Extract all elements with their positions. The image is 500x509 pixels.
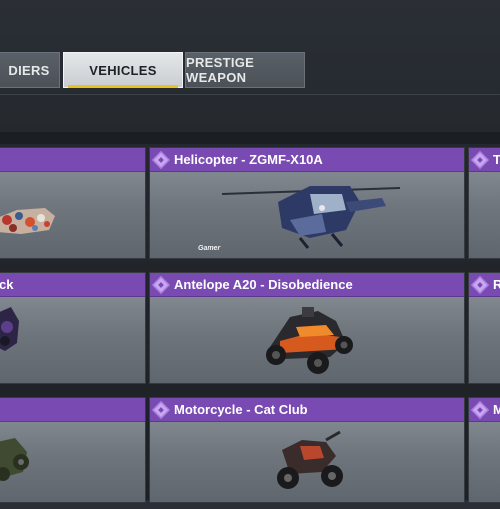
card-header: Antelope A20 - Disobedience xyxy=(150,273,464,297)
rarity-diamond-icon xyxy=(153,152,169,167)
vehicle-card[interactable]: T xyxy=(468,147,500,259)
vehicle-image xyxy=(469,172,500,258)
card-header: Helicopter - ZGMF-X10A xyxy=(150,148,464,172)
card-title: Helicopter - ZGMF-X10A xyxy=(174,152,323,167)
vehicle-art-green xyxy=(0,438,29,481)
motorcycle-art xyxy=(277,430,343,489)
tab-vehicles-label: VEHICLES xyxy=(89,62,157,78)
vehicle-card[interactable] xyxy=(0,147,146,259)
grid-top-band xyxy=(0,132,500,144)
rarity-diamond-icon xyxy=(472,152,488,167)
rarity-diamond-icon xyxy=(472,402,488,417)
vehicle-image xyxy=(469,422,500,502)
vehicle-art-camo xyxy=(0,208,55,234)
vehicle-image xyxy=(150,422,464,502)
card-title: M xyxy=(493,402,500,417)
vehicle-image: Gamer xyxy=(150,172,464,258)
vehicle-image xyxy=(0,297,145,383)
card-header: R xyxy=(469,273,500,297)
vehicle-image xyxy=(469,297,500,383)
vehicle-card[interactable]: R xyxy=(468,272,500,384)
vehicle-card[interactable]: Antelope A20 - Disobedience xyxy=(149,272,465,384)
vehicle-image xyxy=(0,172,145,258)
vehicle-card[interactable]: ck xyxy=(0,272,146,384)
rarity-diamond-icon xyxy=(153,402,169,417)
vehicle-card[interactable]: M xyxy=(468,397,500,503)
vehicle-image xyxy=(0,422,145,502)
helicopter-art xyxy=(221,186,401,249)
card-title: T xyxy=(493,152,500,167)
tab-divider xyxy=(0,94,500,95)
category-tab-bar: DIERS VEHICLES PRESTIGE WEAPON xyxy=(0,50,500,92)
card-title: R xyxy=(493,277,500,292)
tab-prestige-weapon-label: PRESTIGE WEAPON xyxy=(186,55,255,85)
card-header xyxy=(0,148,145,172)
tab-prestige-weapon[interactable]: PRESTIGE WEAPON xyxy=(185,52,305,88)
buggy-art xyxy=(266,307,353,374)
card-header: T xyxy=(469,148,500,172)
vehicle-card[interactable] xyxy=(0,397,146,503)
card-header: Motorcycle - Cat Club xyxy=(150,398,464,422)
vehicle-card[interactable]: Helicopter - ZGMF-X10A Gamer xyxy=(149,147,465,259)
rarity-diamond-icon xyxy=(153,277,169,292)
tab-vehicles[interactable]: VEHICLES xyxy=(63,52,183,88)
vehicle-art-dark xyxy=(0,307,19,351)
card-title: Motorcycle - Cat Club xyxy=(174,402,308,417)
card-header xyxy=(0,398,145,422)
tab-soldiers-label: DIERS xyxy=(8,62,50,78)
rarity-diamond-icon xyxy=(472,277,488,292)
card-title: Antelope A20 - Disobedience xyxy=(174,277,353,292)
vehicle-card[interactable]: Motorcycle - Cat Club xyxy=(149,397,465,503)
card-title: ck xyxy=(0,277,14,292)
vehicle-image xyxy=(150,297,464,383)
tab-soldiers[interactable]: DIERS xyxy=(0,52,60,88)
gamer-badge: Gamer xyxy=(198,245,221,252)
card-header: ck xyxy=(0,273,145,297)
card-header: M xyxy=(469,398,500,422)
